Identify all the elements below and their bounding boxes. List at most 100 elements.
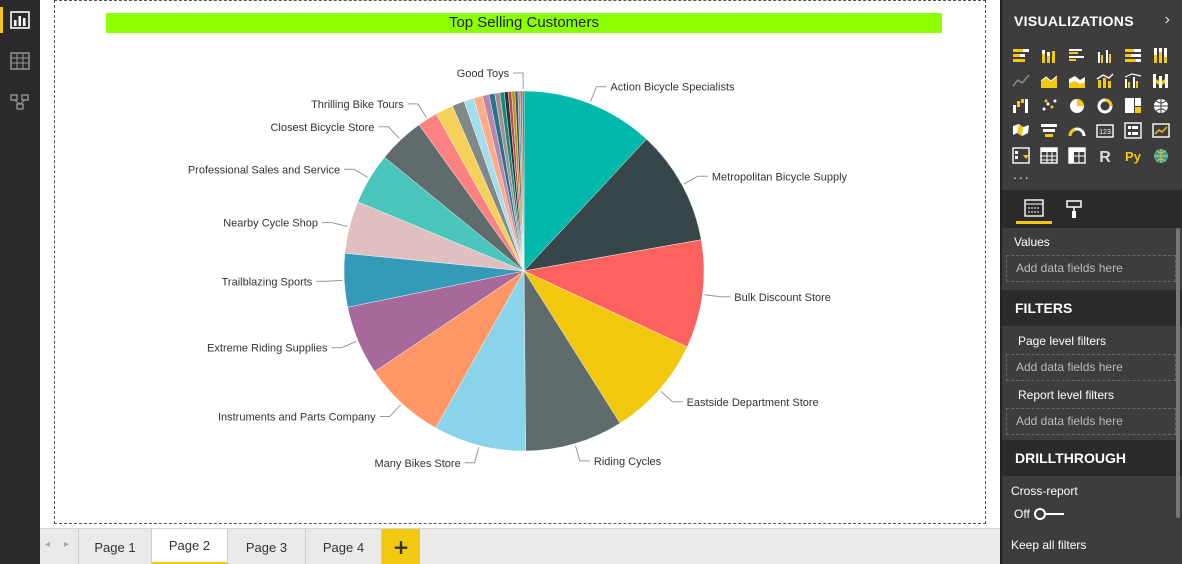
slice-label: Eastside Department Store (687, 397, 819, 409)
prev-page-arrow[interactable]: ◂ (45, 539, 50, 550)
ribbon-chart-icon[interactable] (1150, 71, 1172, 89)
leader-line (660, 390, 683, 403)
paint-roller-icon (1066, 200, 1082, 218)
filters-header[interactable]: FILTERS (1000, 290, 1182, 326)
globe-icon[interactable] (1150, 146, 1172, 164)
leader-line (322, 222, 348, 227)
slice-label: Closest Bicycle Store (270, 122, 374, 134)
slice-label: Trailblazing Sports (222, 276, 313, 288)
data-view-button[interactable] (6, 48, 34, 74)
donut-icon[interactable] (1094, 96, 1116, 114)
next-page-arrow[interactable]: ▸ (64, 539, 69, 550)
line-chart-icon[interactable] (1010, 71, 1032, 89)
toggle-knob (1033, 508, 1046, 520)
report-filters-drop-zone[interactable]: Add data fields here (1006, 408, 1176, 435)
pane-title: VISUALIZATIONS (1014, 13, 1134, 29)
leader-line (574, 445, 590, 462)
relationships-icon (10, 94, 29, 110)
fields-well-icon (1024, 198, 1044, 217)
python-visual-icon[interactable]: Py (1122, 146, 1144, 164)
leader-line (316, 279, 343, 282)
stacked-column-icon[interactable] (1038, 46, 1060, 64)
stacked-bar-icon[interactable] (1010, 46, 1032, 64)
leader-line (379, 404, 401, 417)
line-clustered-column-icon[interactable] (1122, 71, 1144, 89)
report-canvas: Top Selling Customers Action Bicycle Spe… (40, 0, 1000, 528)
line-column-icon[interactable] (1094, 71, 1116, 89)
collapse-pane-chevron-icon[interactable]: › (1165, 11, 1170, 29)
waterfall-icon[interactable] (1010, 96, 1032, 114)
multi-row-card-icon[interactable] (1122, 121, 1144, 139)
slice-label: Professional Sales and Service (188, 164, 340, 176)
slice-label: Nearby Cycle Shop (223, 218, 318, 230)
pie-chart-visual[interactable]: Top Selling Customers Action Bicycle Spe… (54, 0, 986, 524)
pane-header: VISUALIZATIONS › (1000, 0, 1182, 44)
table-icon[interactable] (1038, 146, 1060, 164)
tab-page-4[interactable]: Page 4 (306, 529, 382, 564)
tab-page-3[interactable]: Page 3 (228, 529, 306, 564)
cross-report-state: Off (1014, 507, 1030, 521)
visual-type-gallery: 123 R Py (1010, 46, 1170, 171)
gauge-icon[interactable] (1066, 121, 1088, 139)
slice-label: Many Bikes Store (374, 458, 460, 470)
pie-chart-icon[interactable] (1066, 96, 1088, 114)
slicer-icon[interactable] (1010, 146, 1032, 164)
slice-label: Extreme Riding Supplies (207, 343, 328, 355)
100-column-icon[interactable] (1150, 46, 1172, 64)
area-chart-icon[interactable] (1038, 71, 1060, 89)
clustered-bar-icon[interactable] (1066, 46, 1088, 64)
pie-chart[interactable]: Action Bicycle Specialists Metropolitan B… (55, 1, 985, 523)
clustered-column-icon[interactable] (1094, 46, 1116, 64)
slice-label: Thrilling Bike Tours (311, 99, 404, 111)
cross-report-toggle[interactable]: Off (1014, 507, 1064, 521)
table-grid-icon (10, 52, 30, 70)
leader-line (344, 168, 369, 178)
scatter-icon[interactable] (1038, 96, 1060, 114)
leader-line (513, 72, 524, 89)
values-drop-zone[interactable]: Add data fields here (1006, 255, 1176, 282)
leader-line (464, 447, 480, 464)
svg-text:123: 123 (1099, 129, 1111, 136)
svg-text:Py: Py (1125, 149, 1142, 164)
more-visuals-button[interactable]: ... (1013, 166, 1031, 182)
leader-line (590, 86, 607, 102)
left-view-rail (0, 0, 40, 564)
pane-divider (1000, 0, 1002, 564)
leader-line (683, 175, 708, 185)
tab-page-1[interactable]: Page 1 (78, 529, 152, 564)
funnel-icon[interactable] (1038, 121, 1060, 139)
tab-page-2[interactable]: Page 2 (152, 529, 228, 564)
filled-map-icon[interactable] (1010, 121, 1032, 139)
slice-label: Bulk Discount Store (734, 292, 831, 304)
bar-chart-icon (10, 11, 30, 29)
pane-tabs (1000, 190, 1182, 228)
page-tab-bar: ◂ ▸ Page 1 Page 2 Page 3 Page 4 + (40, 528, 1000, 564)
cross-report-label: Cross-report (1011, 484, 1078, 498)
leader-line (704, 294, 731, 298)
kpi-icon[interactable] (1150, 121, 1172, 139)
keep-all-filters-label: Keep all filters (1011, 538, 1087, 552)
svg-text:R: R (1099, 149, 1111, 165)
slice-label: Riding Cycles (594, 456, 662, 468)
slice-label: Metropolitan Bicycle Supply (712, 171, 848, 183)
100-bar-icon[interactable] (1122, 46, 1144, 64)
card-icon[interactable]: 123 (1094, 121, 1116, 139)
r-visual-icon[interactable]: R (1094, 146, 1116, 165)
matrix-icon[interactable] (1066, 146, 1088, 164)
map-icon[interactable] (1150, 96, 1172, 114)
pane-scrollbar[interactable] (1176, 228, 1180, 518)
model-view-button[interactable] (6, 89, 34, 115)
page-filters-drop-zone[interactable]: Add data fields here (1006, 354, 1176, 381)
fields-tab[interactable] (1016, 194, 1052, 224)
treemap-icon[interactable] (1122, 96, 1144, 114)
leader-line (331, 341, 357, 349)
format-tab[interactable] (1056, 194, 1092, 224)
leader-line (378, 126, 400, 139)
slice-label: Action Bicycle Specialists (610, 82, 735, 94)
toggle-track (1033, 508, 1064, 520)
drillthrough-header[interactable]: DRILLTHROUGH (1000, 440, 1182, 476)
add-page-button[interactable]: + (382, 529, 420, 564)
slice-label: Good Toys (457, 68, 510, 80)
stacked-area-icon[interactable] (1066, 71, 1088, 89)
report-view-button[interactable] (0, 7, 34, 33)
